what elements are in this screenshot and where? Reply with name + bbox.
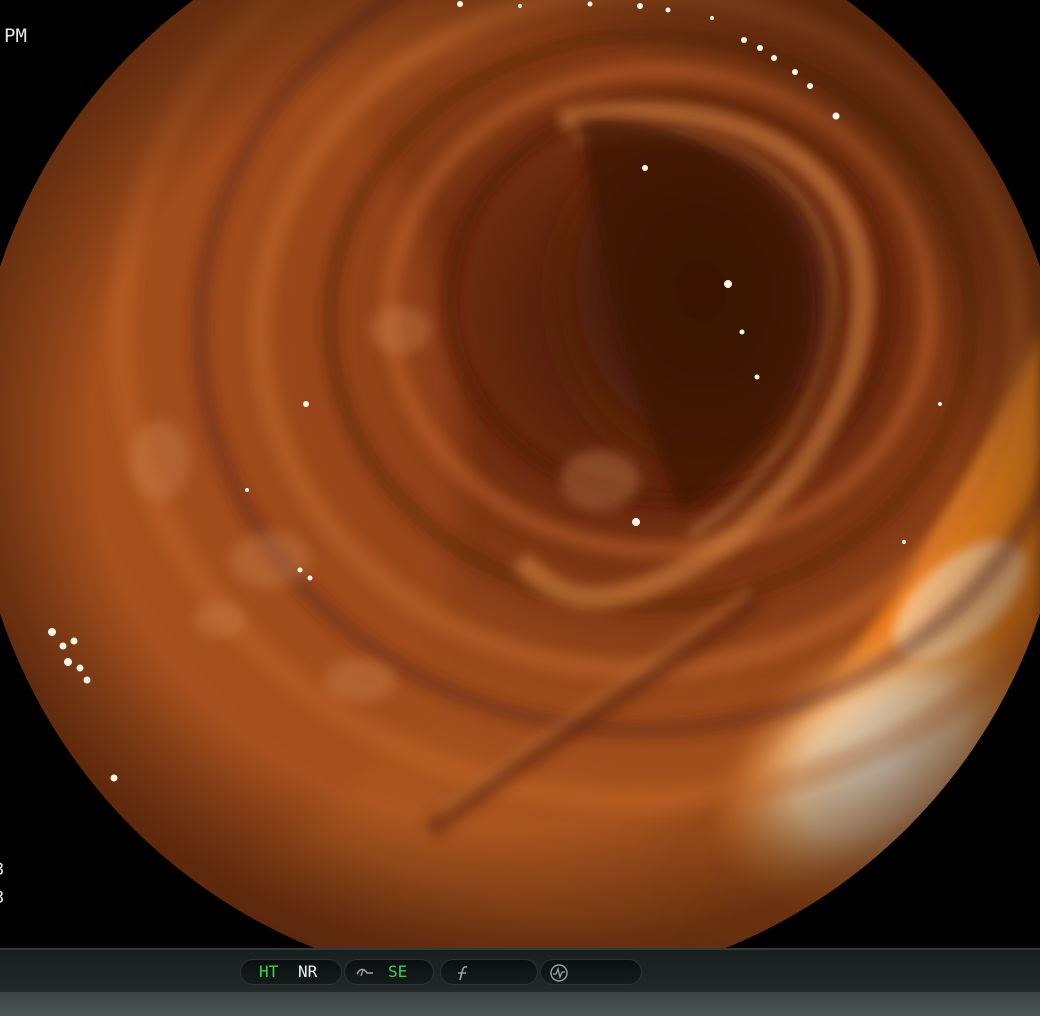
enhancement-curve-icon [355, 964, 375, 982]
se-indicator: SE [344, 959, 434, 985]
osd-time-suffix: PM [4, 25, 27, 47]
f-symbol-icon [453, 964, 473, 982]
waveform-circle-icon [549, 964, 569, 982]
se-label: SE [388, 962, 408, 981]
endoscopic-image [0, 0, 1040, 948]
endoscopy-viewport: PM 3 3 [0, 0, 1040, 948]
ht-label: HT [259, 962, 279, 981]
waveform-indicator [540, 959, 642, 985]
osd-edge-text-2: 3 [0, 890, 4, 907]
status-bar-lower-strip [0, 992, 1040, 1016]
nr-label: NR [298, 962, 318, 981]
osd-edge-text-1: 3 [0, 862, 4, 879]
filter-indicator [440, 959, 538, 985]
ht-nr-indicator: HT NR [240, 959, 342, 985]
status-bar: HT NR SE [0, 948, 1040, 1016]
